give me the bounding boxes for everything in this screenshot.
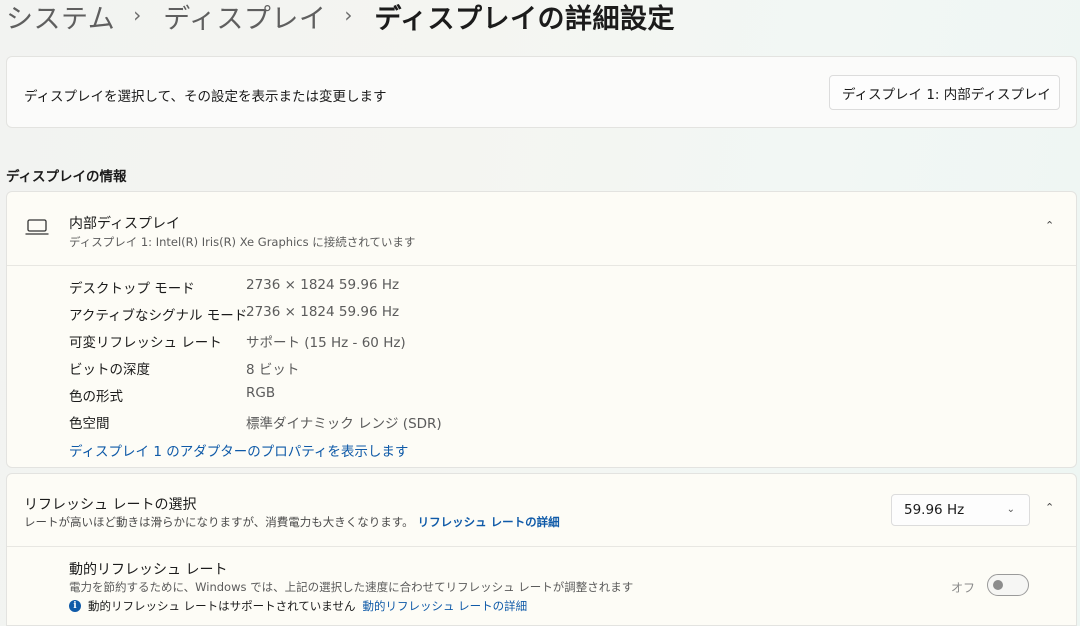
- chevron-down-icon: ⌄: [1036, 86, 1045, 98]
- chevron-right-icon: ›: [133, 3, 142, 27]
- refresh-rate-subtitle: レートが高いほど動きは滑らかになりますが、消費電力も大きくなります。: [24, 515, 414, 529]
- property-value: 2736 × 1824 59.96 Hz: [246, 304, 400, 320]
- dynamic-refresh-note-text: 動的リフレッシュ レートはサポートされていません: [88, 599, 356, 613]
- display-select-card: ディスプレイを選択して、その設定を表示または変更します ディスプレイ 1: 内部…: [6, 56, 1077, 128]
- breadcrumb-item-display[interactable]: ディスプレイ: [163, 0, 326, 36]
- display-select-dropdown[interactable]: ディスプレイ 1: 内部ディスプレイ ⌄: [829, 75, 1060, 110]
- refresh-rate-dropdown[interactable]: 59.96 Hz ⌄: [891, 494, 1030, 526]
- refresh-rate-card: リフレッシュ レートの選択 レートが高いほど動きは滑らかになりますが、消費電力も…: [6, 473, 1077, 626]
- property-value: 標準ダイナミック レンジ (SDR): [246, 416, 442, 432]
- property-label: デスクトップ モード: [69, 281, 195, 297]
- divider: [7, 265, 1076, 266]
- chevron-down-icon: ⌄: [1006, 503, 1015, 515]
- chevron-right-icon: ›: [344, 3, 353, 27]
- toggle-state-label: オフ: [951, 581, 976, 595]
- laptop-icon: [25, 219, 49, 235]
- page-title: ディスプレイの詳細設定: [374, 3, 675, 35]
- info-icon: i: [69, 600, 81, 612]
- dynamic-refresh-note: i 動的リフレッシュ レートはサポートされていません 動的リフレッシュ レートの…: [69, 598, 527, 614]
- dynamic-refresh-details-link[interactable]: 動的リフレッシュ レートの詳細: [362, 598, 527, 614]
- refresh-rate-details-link[interactable]: リフレッシュ レートの詳細: [418, 515, 560, 529]
- property-label: 色空間: [69, 416, 110, 432]
- display-select-description: ディスプレイを選択して、その設定を表示または変更します: [24, 89, 387, 105]
- property-label: ビットの深度: [69, 362, 150, 378]
- refresh-rate-title: リフレッシュ レートの選択: [24, 497, 197, 513]
- property-label: アクティブなシグナル モード: [69, 308, 248, 324]
- display-select-value: ディスプレイ 1: 内部ディスプレイ: [842, 86, 1051, 103]
- property-value: 8 ビット: [246, 362, 300, 378]
- divider: [7, 546, 1076, 547]
- property-value: RGB: [246, 385, 276, 401]
- chevron-up-icon[interactable]: ⌃: [1045, 501, 1054, 514]
- refresh-rate-value: 59.96 Hz: [904, 502, 965, 518]
- property-label: 可変リフレッシュ レート: [69, 335, 222, 351]
- display-connection: ディスプレイ 1: Intel(R) Iris(R) Xe Graphics に…: [69, 235, 416, 249]
- display-name: 内部ディスプレイ: [69, 216, 181, 232]
- toggle-knob: [993, 580, 1003, 590]
- chevron-up-icon[interactable]: ⌃: [1045, 219, 1054, 232]
- property-value: 2736 × 1824 59.96 Hz: [246, 277, 400, 293]
- dynamic-refresh-description: 電力を節約するために、Windows では、上記の選択した速度に合わせてリフレッ…: [69, 580, 634, 594]
- dynamic-refresh-title: 動的リフレッシュ レート: [69, 562, 228, 578]
- adapter-properties-link[interactable]: ディスプレイ 1 のアダプターのプロパティを表示します: [69, 440, 408, 460]
- display-info-card: 内部ディスプレイ ディスプレイ 1: Intel(R) Iris(R) Xe G…: [6, 191, 1077, 468]
- section-title-display-info: ディスプレイの情報: [6, 169, 127, 185]
- dynamic-refresh-toggle[interactable]: [987, 574, 1029, 596]
- property-label: 色の形式: [69, 389, 123, 405]
- property-value: サポート (15 Hz - 60 Hz): [246, 335, 406, 351]
- breadcrumb: システム › ディスプレイ › ディスプレイの詳細設定: [6, 0, 675, 36]
- breadcrumb-item-system[interactable]: システム: [6, 0, 115, 36]
- refresh-rate-description: レートが高いほど動きは滑らかになりますが、消費電力も大きくなります。 リフレッシュ…: [24, 514, 560, 530]
